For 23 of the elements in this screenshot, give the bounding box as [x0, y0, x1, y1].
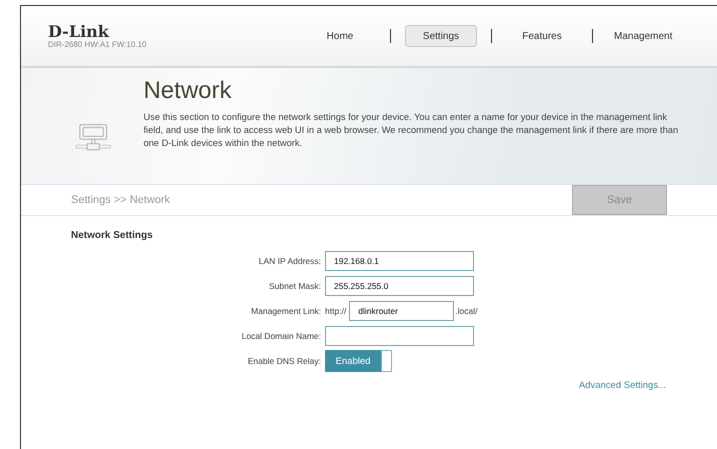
field-label: LAN IP Address: — [258, 256, 321, 266]
logo: D-Link — [48, 24, 110, 40]
input-field[interactable]: dlinkrouter — [349, 301, 454, 321]
page-title: Network — [143, 77, 232, 105]
nav-tab[interactable]: Management — [607, 25, 679, 47]
breadcrumb: Settings >> Network — [71, 194, 170, 206]
nav-tab[interactable]: Home — [304, 25, 376, 47]
nav-tab[interactable]: Settings — [405, 25, 477, 47]
page-description: Use this section to configure the network settings for your device. You can enter a name for your device in the management link field, and use the link to access web UI in a web browser. We recommend you change the management link if there are more than one D-Link devices within the network. — [143, 111, 680, 150]
toggle-switch[interactable]: Enabled — [325, 350, 392, 372]
advanced-settings-link[interactable]: Advanced Settings... — [578, 380, 666, 391]
section-title: Network Settings — [71, 230, 154, 241]
input-field[interactable] — [325, 326, 474, 346]
url-suffix: .local/ — [455, 306, 478, 316]
field-label: Management Link: — [250, 306, 321, 316]
input-field[interactable]: 192.168.0.1 — [325, 251, 474, 271]
field-label: Local Domain Name: — [240, 331, 321, 341]
url-prefix: http:// — [325, 306, 346, 316]
nav-tab[interactable]: Features — [506, 25, 578, 47]
field-label: Enable DNS Relay: — [246, 356, 321, 366]
field-label: Subnet Mask: — [268, 281, 321, 291]
model-info: DIR-2680 HW:A1 FW:10.10 — [48, 40, 148, 48]
input-field[interactable]: 255.255.255.0 — [325, 276, 474, 296]
